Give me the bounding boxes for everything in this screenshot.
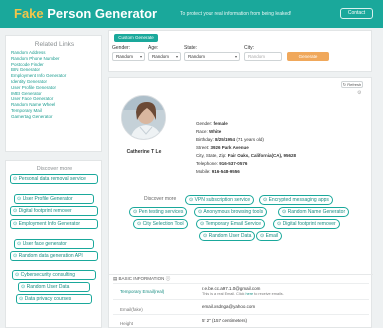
related-link[interactable]: Gamertag Generator [11, 114, 101, 120]
basic-info-heading: ▤ BASIC INFORMATION ⓘ [113, 276, 171, 281]
discover-item[interactable]: ⊙ Random data generation API [10, 251, 98, 261]
custom-generate-button[interactable]: Custom Generate [114, 34, 158, 42]
temp-email-value[interactable]: r.e.be.cc.a97.1.0@gmail.com [202, 286, 260, 291]
logo-title: Person Generator [43, 6, 158, 21]
chevron-down-icon: ▾ [234, 54, 237, 59]
gender-label: Gender: [112, 45, 131, 51]
profile-mobile: Mobile: 916-548-9556 [196, 169, 240, 174]
profile-panel: ↻ Refresh ⚙ Catherine T Le Gender: femal… [108, 77, 373, 328]
discover-chip[interactable]: ⊙ Temporary Email Service [196, 219, 266, 229]
discover-chip[interactable]: ⊙ Pen testing services [129, 207, 188, 217]
generate-button[interactable]: Generate [287, 52, 329, 61]
discover-item[interactable]: ⊙ Random User Data [18, 282, 90, 292]
top-header: Fake Person Generator To protect your re… [0, 0, 383, 28]
row-divider [113, 314, 369, 315]
help-icon: ⓘ [165, 276, 171, 281]
state-select[interactable]: Random ▾ [184, 52, 240, 61]
discover-chip[interactable]: ⊙ Digital footprint remover [273, 219, 340, 229]
discover-chip[interactable]: ⊙ Random User Data [199, 231, 256, 241]
discover-more-title: Discover more [36, 166, 73, 172]
row-divider [113, 283, 369, 284]
height-value: 5' 2" (157 centimeters) [202, 318, 247, 323]
profile-city-state-zip: City, State, Zip: Fair Oaks, California(… [196, 153, 296, 158]
discover-item[interactable]: ⊙ Personal data removal service [10, 174, 98, 184]
profile-street: Street: 3926 Park Avenue [196, 145, 249, 150]
discover-chip[interactable]: ⊙ City Selection Tool [133, 219, 188, 229]
section-divider [109, 274, 373, 275]
chevron-down-icon: ▾ [175, 54, 178, 59]
profile-gender: Gender: female [196, 121, 228, 126]
discover-item[interactable]: ⊙ User face generator [14, 239, 94, 249]
person-name: Catherine T Le [126, 149, 162, 155]
discover-more-label: Discover more [144, 196, 177, 202]
related-links-panel: Related Links Random Address Random Phon… [5, 35, 102, 152]
chevron-down-icon: ▾ [139, 54, 142, 59]
state-label: State: [184, 45, 198, 51]
fake-email-value: email.xsdnga@yahoo.com [202, 304, 256, 309]
discover-chip[interactable]: ⊙ VPN subscription service [185, 195, 255, 205]
discover-item[interactable]: ⊙ Digital footprint remover [10, 206, 98, 216]
discover-chip[interactable]: ⊙ Encrypted messaging apps [259, 195, 333, 205]
avatar-photo [122, 96, 165, 139]
temp-email-note: This is a real Email. Click here to rece… [202, 292, 284, 296]
age-select[interactable]: Random ▾ [148, 52, 181, 61]
city-label: City: [244, 45, 254, 51]
discover-chip[interactable]: ⊙ Random Name Generator [278, 207, 350, 217]
profile-race: Race: White [196, 129, 222, 134]
profile-telephone: Telephone: 916-537-0576 [196, 161, 248, 166]
discover-chip[interactable]: ⊙ Anonymous browsing tools [194, 207, 268, 217]
contact-button[interactable]: Contact [340, 8, 373, 19]
receive-emails-link[interactable]: here [245, 292, 253, 296]
fake-email-label: Email(fake) [120, 307, 143, 312]
discover-item[interactable]: ⊙ Data privacy courses [16, 294, 92, 304]
refresh-button[interactable]: ↻ Refresh [341, 81, 363, 88]
related-links-list: Random Address Random Phone Number Postc… [11, 50, 101, 120]
gear-icon[interactable]: ⚙ [357, 90, 361, 96]
discover-item[interactable]: ⊙ User Profile Generator [14, 194, 94, 204]
profile-birthday: Birthday: 8/25/1954 (71 years old) [196, 137, 264, 142]
related-links-title: Related Links [34, 41, 75, 48]
logo-brand-word: Fake [14, 6, 44, 21]
discover-item[interactable]: ⊙ Employment Info Generator [10, 219, 98, 229]
row-divider [113, 299, 369, 300]
tagline: To protect your real information from be… [180, 11, 292, 17]
gender-select[interactable]: Random ▾ [112, 52, 145, 61]
discover-more-sidebar: Discover more ⊙ Personal data removal se… [5, 160, 102, 328]
city-input[interactable]: Random [244, 52, 282, 61]
site-logo[interactable]: Fake Person Generator [14, 6, 157, 21]
discover-item[interactable]: ⊙ Cybersecurity consulting [12, 270, 96, 280]
avatar [121, 95, 166, 140]
age-label: Age: [148, 45, 159, 51]
height-label: Height [120, 321, 134, 326]
temp-email-label: Temporary Email(real) [120, 289, 165, 294]
discover-chip[interactable]: ⊙ Email [256, 231, 283, 241]
generator-form: Custom Generate Gender: Random ▾ Age: Ran… [108, 30, 372, 72]
